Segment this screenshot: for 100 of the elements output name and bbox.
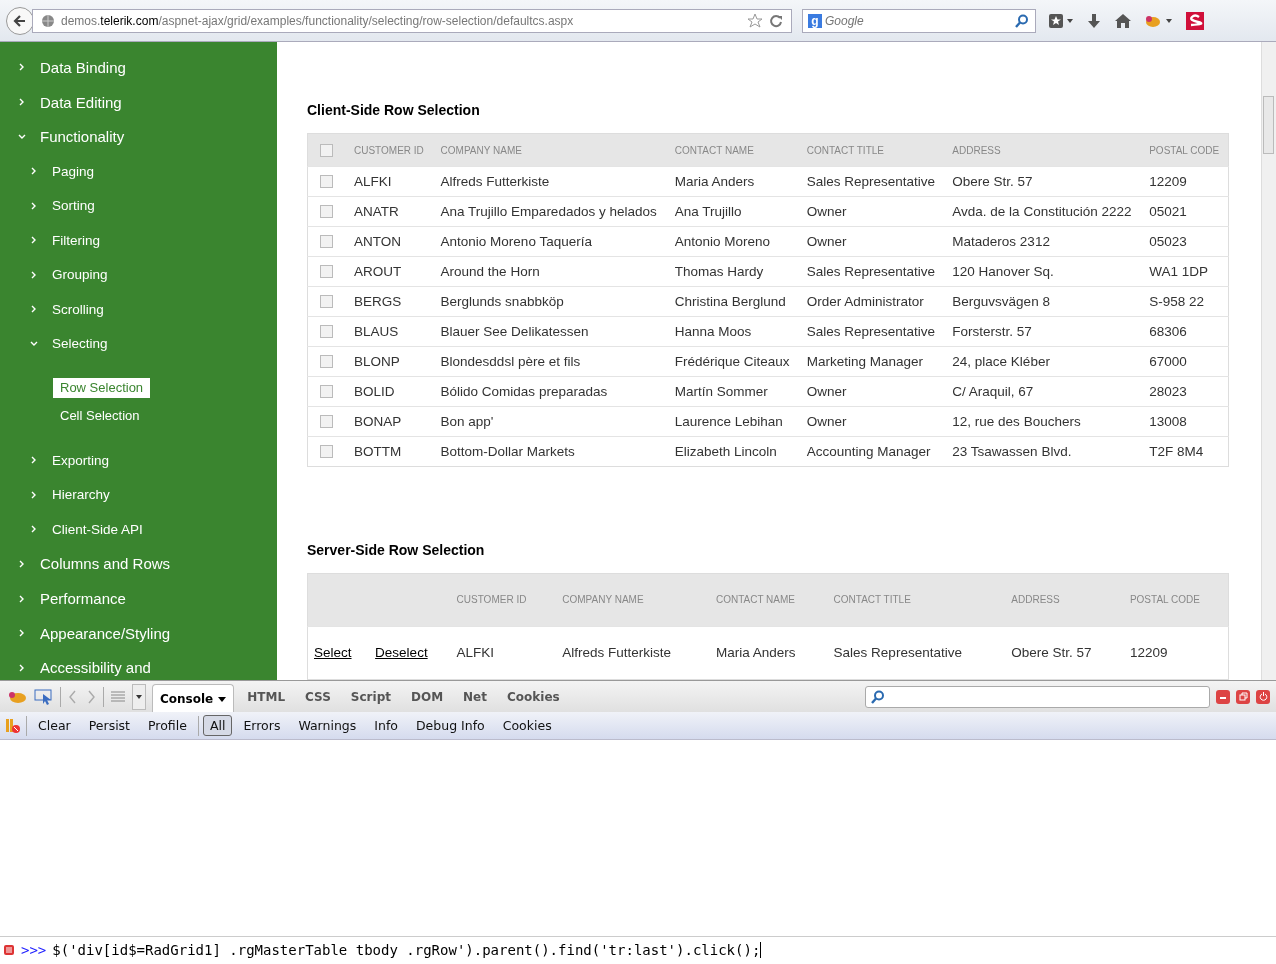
filter-button[interactable]: Debug Info bbox=[408, 715, 492, 736]
column-header: CONTACT TITLE bbox=[806, 144, 884, 156]
sidebar-item[interactable]: Paging bbox=[0, 154, 277, 189]
inspect-icon[interactable] bbox=[34, 688, 54, 705]
checkbox[interactable] bbox=[320, 265, 333, 278]
scrollbar[interactable] bbox=[1261, 42, 1276, 680]
checkbox[interactable] bbox=[320, 235, 333, 248]
minimize-button[interactable] bbox=[1216, 689, 1230, 704]
table-cell: Sales Representative bbox=[806, 324, 936, 339]
checkbox[interactable] bbox=[320, 355, 333, 368]
console-action-button[interactable]: Clear bbox=[31, 715, 78, 736]
table-cell: 12, rue des Bouchers bbox=[952, 414, 1081, 429]
table-cell: Ana Trujillo Emparedados y helados bbox=[440, 204, 657, 219]
devtools-tab[interactable]: HTML bbox=[240, 683, 293, 710]
sidebar-item[interactable]: Columns and Rows bbox=[0, 546, 277, 582]
dropdown-button[interactable] bbox=[132, 683, 146, 710]
table-cell: Berglunds snabbköp bbox=[440, 294, 564, 309]
table-cell: Laurence Lebihan bbox=[674, 414, 783, 429]
checkbox[interactable] bbox=[320, 325, 333, 338]
home-icon[interactable] bbox=[1114, 12, 1132, 29]
devtools-tab[interactable]: CSS bbox=[298, 683, 338, 710]
bookmarks-icon[interactable] bbox=[1048, 12, 1074, 29]
table-cell: Maria Anders bbox=[715, 645, 796, 660]
devtools-tab[interactable]: DOM bbox=[403, 683, 451, 710]
sidebar-item[interactable]: Row Selection bbox=[53, 378, 151, 399]
command-line[interactable]: >>> $('div[id$=RadGrid1] .rgMasterTable tbody .rgRow').parent().find('tr:last').click(); bbox=[0, 936, 1276, 962]
table-cell: 24, place Kléber bbox=[952, 354, 1050, 369]
clear-console-icon[interactable] bbox=[4, 717, 22, 734]
filter-button[interactable]: Errors bbox=[236, 715, 288, 736]
filter-button[interactable]: Info bbox=[367, 715, 405, 736]
sidebar-item[interactable]: Exporting bbox=[0, 443, 277, 478]
sidebar-item[interactable]: Hierarchy bbox=[0, 477, 277, 513]
star-icon[interactable] bbox=[747, 12, 763, 29]
column-header: COMPANY NAME bbox=[562, 594, 644, 605]
sidebar-item[interactable]: Functionality bbox=[0, 119, 277, 155]
sidebar-item[interactable]: Grouping bbox=[0, 257, 277, 293]
checkbox[interactable] bbox=[320, 295, 333, 308]
column-header: CONTACT NAME bbox=[715, 594, 795, 605]
address-field[interactable]: demos.telerik.com/aspnet-ajax/grid/examples/functionality/selecting/row-selection/defaultcs.aspx bbox=[32, 8, 792, 33]
menu-icon[interactable] bbox=[110, 689, 126, 704]
checkbox[interactable] bbox=[320, 385, 333, 398]
search-field[interactable] bbox=[865, 685, 1210, 708]
sidebar-item[interactable]: Client-Side API bbox=[0, 512, 277, 547]
sidebar-item[interactable]: Accessibility and bbox=[0, 650, 277, 680]
reload-icon[interactable] bbox=[769, 13, 783, 28]
sidebar-item[interactable]: Sorting bbox=[0, 188, 277, 224]
console-action-button[interactable]: Profile bbox=[141, 715, 194, 736]
download-icon[interactable] bbox=[1086, 12, 1102, 29]
sidebar-item[interactable]: Cell Selection bbox=[53, 406, 147, 427]
table-cell: S-958 22 bbox=[1149, 294, 1204, 309]
table-cell: Obere Str. 57 bbox=[1011, 645, 1092, 660]
power-button[interactable] bbox=[1256, 689, 1270, 704]
back-button[interactable] bbox=[6, 6, 34, 35]
checkbox[interactable] bbox=[320, 175, 333, 188]
devtools-tab[interactable]: Console bbox=[152, 683, 235, 714]
checkbox[interactable] bbox=[320, 445, 333, 458]
caret-icon bbox=[218, 696, 227, 702]
s-logo-icon[interactable] bbox=[1186, 11, 1204, 30]
table-cell: 68306 bbox=[1149, 324, 1187, 339]
devtools-tab[interactable]: Cookies bbox=[500, 683, 567, 710]
log-icon bbox=[3, 943, 15, 956]
filter-button[interactable]: Cookies bbox=[495, 715, 559, 736]
column-header: POSTAL CODE bbox=[1129, 594, 1200, 605]
sidebar-item[interactable]: Filtering bbox=[0, 223, 277, 258]
table-cell: 28023 bbox=[1149, 384, 1187, 399]
table-cell: Owner bbox=[806, 384, 847, 399]
table-cell: Sales Representative bbox=[806, 264, 936, 279]
table-cell: AROUT bbox=[354, 264, 402, 279]
sidebar-item[interactable]: Data Editing bbox=[0, 84, 277, 120]
table-cell: 12209 bbox=[1149, 174, 1187, 189]
sidebar-item[interactable]: Performance bbox=[0, 581, 277, 616]
filter-button[interactable]: Warnings bbox=[291, 715, 364, 736]
sidebar-item[interactable]: Data Binding bbox=[0, 50, 277, 85]
checkbox[interactable] bbox=[320, 143, 333, 157]
checkbox[interactable] bbox=[320, 205, 333, 218]
restore-button[interactable] bbox=[1236, 689, 1250, 704]
search-icon[interactable] bbox=[1015, 13, 1029, 28]
table-cell: 05023 bbox=[1149, 234, 1187, 249]
sidebar-item[interactable]: Appearance/Styling bbox=[0, 615, 277, 651]
checkbox[interactable] bbox=[320, 415, 333, 428]
sidebar-item[interactable]: Selecting bbox=[0, 326, 277, 362]
sidebar-item[interactable]: Scrolling bbox=[0, 292, 277, 327]
table-cell: Sales Representative bbox=[806, 174, 936, 189]
column-header: CUSTOMER ID bbox=[456, 594, 527, 605]
table-cell: Owner bbox=[806, 414, 847, 429]
table-cell: Marketing Manager bbox=[806, 354, 924, 369]
table-cell: ALFKI bbox=[456, 645, 495, 660]
column-header: POSTAL CODE bbox=[1149, 144, 1220, 156]
table-cell: Avda. de la Constitución 2222 bbox=[952, 204, 1132, 219]
devtools-tab[interactable]: Net bbox=[456, 683, 494, 710]
console-action-button[interactable]: Persist bbox=[81, 715, 138, 736]
deselect-link[interactable]: Deselect bbox=[375, 645, 428, 660]
table-cell: Antonio Moreno bbox=[674, 234, 771, 249]
table-cell: C/ Araquil, 67 bbox=[952, 384, 1034, 399]
filter-button[interactable]: All bbox=[202, 715, 233, 736]
select-link[interactable]: Select bbox=[314, 645, 352, 660]
devtools-tab[interactable]: Script bbox=[343, 683, 398, 710]
table-cell: Maria Anders bbox=[674, 174, 755, 189]
table-cell: Around the Horn bbox=[440, 264, 540, 279]
table-cell: Mataderos 2312 bbox=[952, 234, 1050, 249]
